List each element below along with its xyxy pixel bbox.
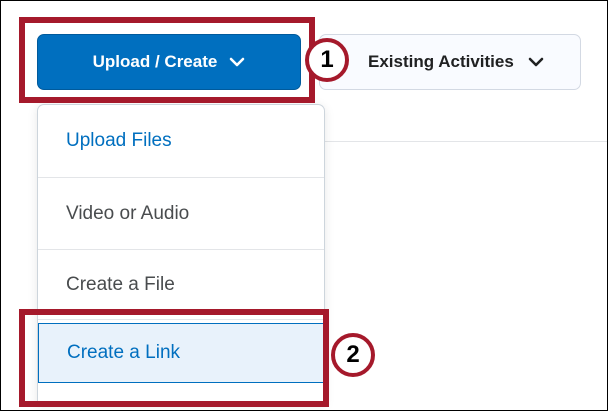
content-divider <box>325 141 607 142</box>
callout-badge-step-1: 1 <box>305 38 349 82</box>
menu-item-video-or-audio[interactable]: Video or Audio <box>38 178 324 250</box>
chevron-down-icon <box>528 57 544 67</box>
callout-number: 2 <box>346 341 360 368</box>
menu-item-create-a-link[interactable]: Create a Link <box>38 323 324 383</box>
existing-activities-button[interactable]: Existing Activities <box>319 34 581 90</box>
upload-create-button[interactable]: Upload / Create <box>37 34 301 90</box>
menu-item-label: Video or Audio <box>66 202 190 224</box>
menu-item-upload-files[interactable]: Upload Files <box>38 105 324 178</box>
upload-create-dropdown-menu: Upload Files Video or Audio Create a Fil… <box>37 104 325 404</box>
menu-item-label: Upload Files <box>66 130 172 151</box>
screenshot-frame: Upload / Create Existing Activities Uplo… <box>0 0 608 411</box>
upload-create-label: Upload / Create <box>92 52 218 71</box>
existing-activities-label: Existing Activities <box>368 52 514 71</box>
callout-badge-step-2: 2 <box>331 333 375 377</box>
menu-item-create-a-file[interactable]: Create a File <box>38 250 324 320</box>
menu-item-label: Create a Link <box>67 342 181 363</box>
chevron-down-icon <box>229 57 245 67</box>
menu-item-label: Create a File <box>66 273 175 295</box>
callout-number: 1 <box>320 46 334 73</box>
